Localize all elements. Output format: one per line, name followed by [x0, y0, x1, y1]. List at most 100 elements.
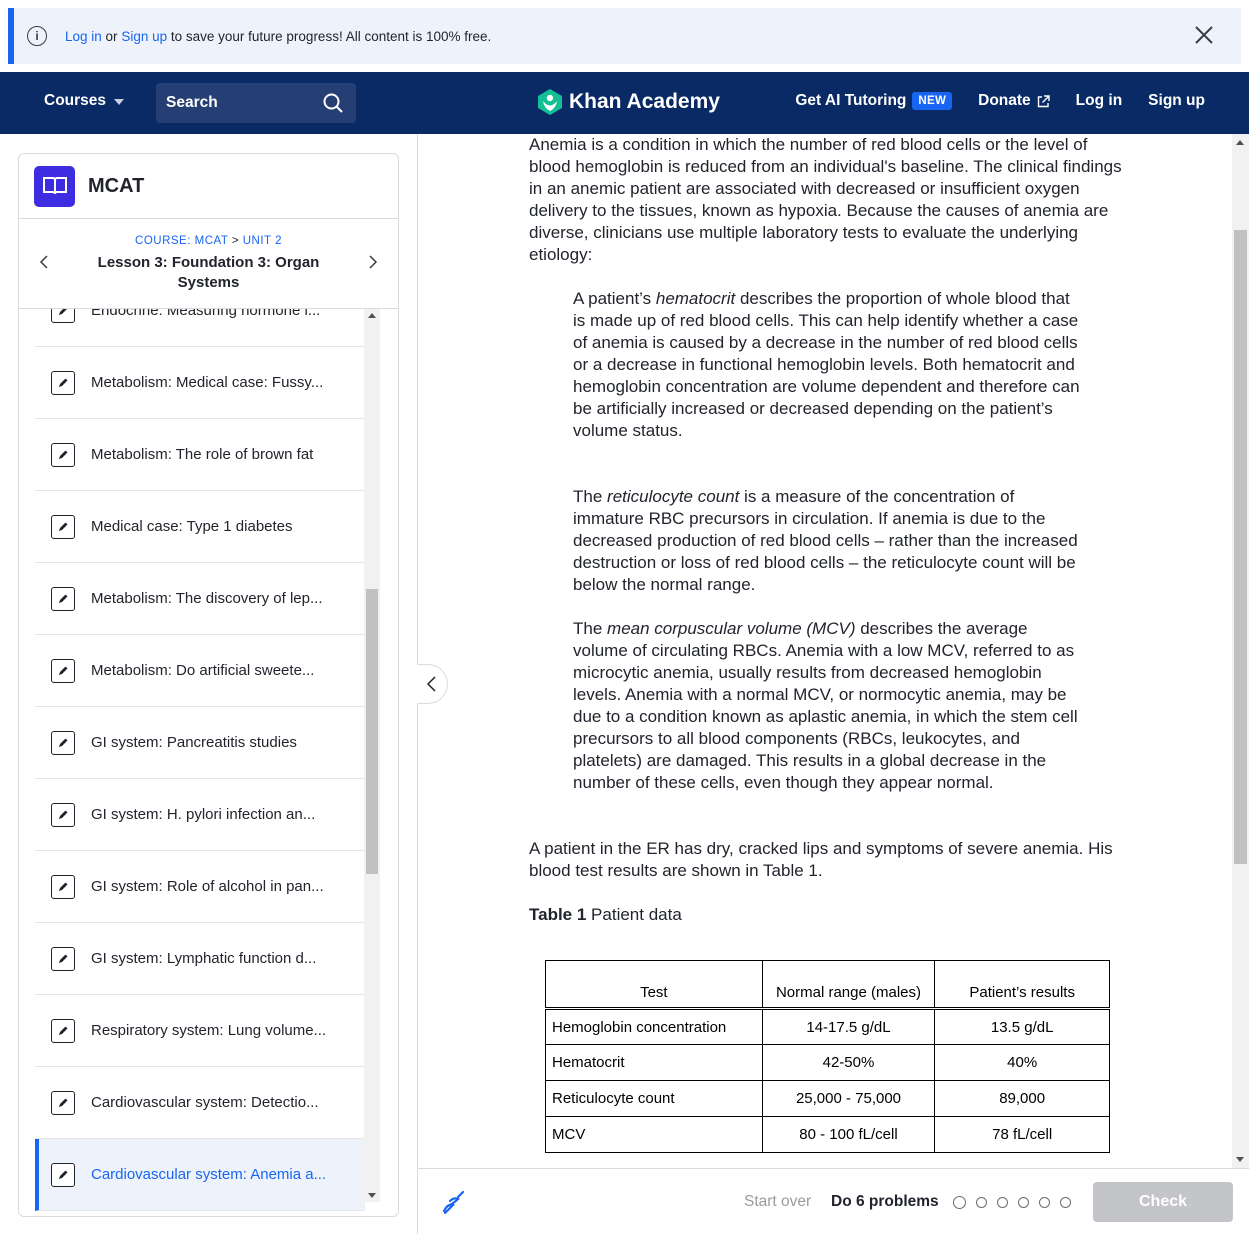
sidebar-item-label: Cardiovascular system: Anemia a...	[91, 1166, 327, 1183]
sidebar-item-label: Cardiovascular system: Detectio...	[91, 1094, 319, 1111]
sidebar-item-exercise[interactable]: Metabolism: Do artificial sweete...	[35, 635, 365, 707]
sidebar-item-exercise[interactable]: GI system: Lymphatic function d...	[35, 923, 365, 995]
sidebar-item-exercise[interactable]: Metabolism: The discovery of lep...	[35, 563, 365, 635]
khan-academy-logo[interactable]: Khan Academy	[537, 88, 720, 116]
caption-text: Patient data	[586, 905, 682, 924]
courses-menu-button[interactable]: Courses	[44, 92, 125, 110]
table-cell: MCV	[545, 1116, 763, 1153]
sidebar-item-exercise[interactable]: Respiratory system: Lung volume...	[35, 995, 365, 1067]
course-header[interactable]: MCAT	[19, 154, 398, 219]
exercise-pencil-icon	[51, 442, 75, 467]
exercise-pencil-icon	[51, 946, 75, 971]
sidebar-item-label: Metabolism: The discovery of lep...	[91, 590, 323, 607]
lesson-title: Lesson 3: Foundation 3: Organ Systems	[97, 254, 320, 291]
table-cell: 78 fL/cell	[934, 1116, 1110, 1153]
content-scrollbar[interactable]	[1232, 134, 1249, 1168]
ai-tutoring-link[interactable]: Get AI Tutoring NEW	[795, 92, 953, 110]
breadcrumb-course[interactable]: COURSE: MCAT	[135, 235, 228, 247]
search-input[interactable]	[166, 94, 306, 112]
chevron-right-icon[interactable]	[366, 253, 380, 271]
table-row: MCV 80 - 100 fL/cell 78 fL/cell	[545, 1116, 1110, 1153]
sidebar-item-exercise[interactable]: Endocrine: Measuring hormone l...	[35, 309, 365, 347]
progress-dot	[1060, 1197, 1071, 1208]
sidebar-item-exercise[interactable]: GI system: H. pylori infection an...	[35, 779, 365, 851]
signup-link[interactable]: Sign up	[1148, 92, 1205, 110]
book-icon	[34, 165, 75, 207]
table-header-cell: Normal range (males)	[761, 960, 936, 1010]
progress-dot	[997, 1197, 1008, 1208]
term-mcv: mean corpuscular volume (MCV)	[607, 619, 856, 638]
banner-or-text: or	[101, 28, 122, 44]
chevron-down-icon	[114, 99, 125, 105]
sidebar-scroll-thumb[interactable]	[366, 589, 378, 874]
content-scroll-thumb[interactable]	[1234, 230, 1247, 864]
exercise-pencil-icon	[51, 586, 75, 611]
progress-dot	[976, 1197, 987, 1208]
sidebar-item-exercise[interactable]: Metabolism: The role of brown fat	[35, 419, 365, 491]
table-cell: Hematocrit	[545, 1044, 763, 1081]
sidebar-item-exercise[interactable]: GI system: Role of alcohol in pan...	[35, 851, 365, 923]
sidebar-item-exercise[interactable]: GI system: Pancreatitis studies	[35, 707, 365, 779]
sidebar-item-label: Medical case: Type 1 diabetes	[91, 518, 293, 535]
table-cell: 80 - 100 fL/cell	[761, 1116, 936, 1153]
exercise-pencil-icon	[51, 514, 75, 539]
scratchpad-icon[interactable]	[440, 1189, 466, 1215]
term-hematocrit: hematocrit	[655, 289, 736, 308]
table-row: Reticulocyte count 25,000 - 75,000 89,00…	[545, 1080, 1110, 1117]
exercise-footer: Start over Do 6 problems Check	[418, 1168, 1249, 1234]
course-sidebar: MCAT COURSE: MCAT > UNIT 2 Lesson 3: Fou…	[18, 153, 399, 1217]
lesson-header: COURSE: MCAT > UNIT 2 Lesson 3: Foundati…	[19, 219, 398, 309]
breadcrumb-separator: >	[228, 235, 243, 247]
exercise-pencil-icon	[51, 1090, 75, 1115]
exercise-pencil-icon	[51, 658, 75, 683]
nav-right: Get AI Tutoring NEW Donate Log in Sign u…	[795, 92, 1205, 110]
scroll-up-arrow[interactable]	[1236, 140, 1244, 145]
table-cell: 40%	[934, 1044, 1110, 1081]
progress-dots	[953, 1196, 1071, 1209]
scroll-up-arrow[interactable]	[368, 313, 376, 318]
search-icon[interactable]	[322, 92, 344, 114]
sidebar-scrollbar[interactable]	[364, 309, 380, 1202]
text-fragment: A patient’s	[573, 289, 656, 308]
info-icon: i	[27, 26, 47, 46]
table-header-cell: Patient’s results	[934, 960, 1110, 1010]
scroll-down-arrow[interactable]	[1236, 1157, 1244, 1162]
ai-tutoring-label: Get AI Tutoring	[795, 92, 907, 109]
sidebar-item-exercise[interactable]: Cardiovascular system: Anemia a...	[35, 1139, 365, 1211]
courses-label: Courses	[44, 92, 107, 109]
lesson-item-list: Endocrine: Measuring hormone l... Metabol…	[19, 309, 398, 1216]
problem-count: Do 6 problems	[831, 1193, 939, 1210]
donate-link[interactable]: Donate	[978, 92, 1050, 110]
donate-label: Donate	[978, 92, 1031, 109]
table-cell: Hemoglobin concentration	[545, 1008, 763, 1045]
sidebar-item-label: Respiratory system: Lung volume...	[91, 1022, 327, 1039]
scroll-down-arrow[interactable]	[368, 1193, 376, 1198]
login-link[interactable]: Log in	[1076, 92, 1123, 110]
sidebar-item-label: GI system: Lymphatic function d...	[91, 950, 317, 967]
banner-login-link[interactable]: Log in	[65, 29, 102, 44]
exercise-pencil-icon	[51, 730, 75, 755]
term-reticulocyte: reticulocyte count	[607, 487, 740, 506]
chevron-left-icon[interactable]	[37, 253, 51, 271]
table-row: Hematocrit 42-50% 40%	[545, 1044, 1110, 1081]
sidebar-item-label: GI system: H. pylori infection an...	[91, 806, 316, 823]
new-badge: NEW	[912, 92, 953, 110]
start-over-button[interactable]: Start over	[744, 1193, 811, 1211]
sidebar-item-exercise[interactable]: Metabolism: Medical case: Fussy...	[35, 347, 365, 419]
patient-data-table: Test Normal range (males) Patient’s resu…	[545, 960, 1110, 1153]
breadcrumb-unit[interactable]: UNIT 2	[243, 235, 282, 247]
passage-hematocrit: A patient’s hematocrit describes the pro…	[573, 288, 1083, 442]
sidebar-item-exercise[interactable]: Medical case: Type 1 diabetes	[35, 491, 365, 563]
text-fragment: The	[573, 619, 608, 638]
passage-reticulocyte: The reticulocyte count is a measure of t…	[573, 486, 1083, 596]
close-icon[interactable]	[1193, 24, 1215, 46]
banner-message: Log in or Sign up to save your future pr…	[65, 29, 491, 44]
table-header-cell: Test	[545, 960, 763, 1010]
table-header-row: Test Normal range (males) Patient’s resu…	[545, 960, 1110, 1010]
sidebar-item-exercise[interactable]: Cardiovascular system: Detectio...	[35, 1067, 365, 1139]
search-box[interactable]	[156, 83, 356, 123]
exercise-pencil-icon	[51, 802, 75, 827]
collapse-sidebar-button[interactable]	[417, 664, 448, 704]
check-button[interactable]: Check	[1093, 1182, 1233, 1222]
banner-signup-link[interactable]: Sign up	[121, 29, 167, 44]
